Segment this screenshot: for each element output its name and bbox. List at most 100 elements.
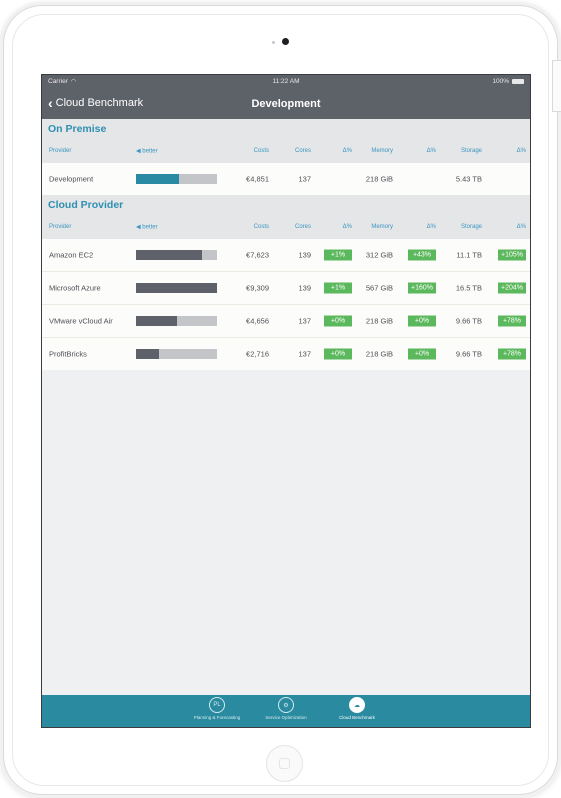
tab-label: Service Optimization bbox=[265, 715, 307, 720]
col-cores: Cores bbox=[294, 224, 311, 230]
col-cores-delta: Δ% bbox=[342, 224, 352, 230]
navigation-bar: ‹ Cloud Benchmark Development bbox=[42, 89, 530, 119]
storage-delta: +78% bbox=[498, 348, 526, 360]
cloud-icon: ☁ bbox=[349, 697, 365, 713]
cost-bar-fill bbox=[136, 349, 160, 359]
cost-bar bbox=[136, 283, 217, 293]
adjacent-window-edge bbox=[552, 60, 561, 112]
storage-delta: +78% bbox=[498, 315, 526, 327]
storage-value: 5.43 TB bbox=[455, 174, 482, 184]
memory-delta: +0% bbox=[408, 348, 436, 360]
col-costs: Costs bbox=[253, 224, 269, 230]
delta-badge: +204% bbox=[498, 282, 526, 294]
storage-value: 9.66 TB bbox=[455, 349, 482, 359]
cores-delta: +0% bbox=[324, 315, 352, 327]
home-button[interactable] bbox=[266, 745, 303, 782]
storage-value: 16.5 TB bbox=[455, 283, 482, 293]
costs-value: €9,309 bbox=[246, 283, 269, 293]
memory-value: 218 GiB bbox=[365, 349, 393, 359]
cores-delta: +1% bbox=[324, 249, 352, 261]
cost-bar bbox=[136, 250, 217, 260]
column-header-row: Provider ◀ better Costs Cores Δ% Memory … bbox=[42, 139, 530, 163]
col-better: ◀ better bbox=[136, 224, 158, 231]
costs-value: €4,656 bbox=[246, 316, 269, 326]
memory-value: 218 GiB bbox=[365, 316, 393, 326]
costs-value: €2,716 bbox=[246, 349, 269, 359]
cost-bar-fill bbox=[136, 316, 177, 326]
provider-name: VMware vCloud Air bbox=[49, 316, 113, 326]
cores-value: 139 bbox=[298, 283, 311, 293]
col-better-label: better bbox=[142, 224, 158, 231]
col-memory-delta: Δ% bbox=[426, 224, 436, 230]
clock: 11:22 AM bbox=[272, 78, 300, 85]
cores-value: 137 bbox=[298, 349, 311, 359]
battery-label: 100% bbox=[492, 78, 509, 85]
benchmark-table: On Premise Provider ◀ better Costs Cores… bbox=[42, 119, 530, 370]
memory-delta: +43% bbox=[408, 249, 436, 261]
tab-label: Planning & Forecasting bbox=[193, 715, 241, 720]
col-cores: Cores bbox=[294, 148, 311, 154]
status-bar: Carrier ◠ 11:22 AM 100% bbox=[42, 75, 530, 89]
delta-badge: +105% bbox=[498, 249, 526, 261]
col-memory: Memory bbox=[371, 148, 393, 154]
table-row[interactable]: Development €4,851 137 218 GiB 5.43 TB bbox=[42, 163, 530, 195]
delta-badge: +78% bbox=[498, 348, 526, 360]
col-storage: Storage bbox=[460, 224, 482, 230]
storage-delta: +105% bbox=[498, 249, 526, 261]
cost-bar bbox=[136, 174, 217, 184]
delta-badge: +0% bbox=[324, 315, 352, 327]
cores-delta: +0% bbox=[324, 348, 352, 360]
col-memory-delta: Δ% bbox=[426, 148, 436, 154]
on-premise-rows: Development €4,851 137 218 GiB 5.43 TB bbox=[42, 163, 530, 195]
app-screen: Carrier ◠ 11:22 AM 100% ‹ Cloud Benchmark… bbox=[41, 74, 531, 728]
delta-badge: +0% bbox=[408, 348, 436, 360]
cloud-provider-rows: Amazon EC2 €7,623 139 +1% 312 GiB +43% 11.1 TB… bbox=[42, 239, 530, 370]
col-cores-delta: Δ% bbox=[342, 148, 352, 154]
home-square-icon bbox=[279, 758, 290, 769]
delta-badge: +78% bbox=[498, 315, 526, 327]
col-costs: Costs bbox=[253, 148, 269, 154]
tab-planning-forecasting[interactable]: PL Planning & Forecasting bbox=[182, 697, 252, 720]
page-title: Development bbox=[251, 98, 321, 110]
memory-delta: +0% bbox=[408, 315, 436, 327]
delta-badge: +1% bbox=[324, 282, 352, 294]
costs-value: €7,623 bbox=[246, 250, 269, 260]
section-title-cloud-provider: Cloud Provider bbox=[42, 195, 530, 215]
col-memory: Memory bbox=[371, 224, 393, 230]
storage-delta: +204% bbox=[498, 282, 526, 294]
app-header: Carrier ◠ 11:22 AM 100% ‹ Cloud Benchmark… bbox=[42, 75, 530, 119]
cost-bar-fill bbox=[136, 250, 203, 260]
memory-delta: +160% bbox=[408, 282, 436, 294]
planning-icon: PL bbox=[209, 697, 225, 713]
provider-name: Amazon EC2 bbox=[49, 250, 94, 260]
cores-value: 137 bbox=[298, 174, 311, 184]
costs-value: €4,851 bbox=[246, 174, 269, 184]
storage-value: 9.66 TB bbox=[455, 316, 482, 326]
table-row[interactable]: VMware vCloud Air €4,656 137 +0% 218 GiB +0% 9… bbox=[42, 305, 530, 338]
col-storage: Storage bbox=[460, 148, 482, 154]
cores-delta: +1% bbox=[324, 282, 352, 294]
tab-service-optimization[interactable]: ⚙ Service Optimization bbox=[251, 697, 321, 720]
col-storage-delta: Δ% bbox=[516, 224, 526, 230]
memory-value: 312 GiB bbox=[365, 250, 393, 260]
proximity-sensor bbox=[272, 41, 275, 44]
table-row[interactable]: ProfitBricks €2,716 137 +0% 218 GiB +0% 9.66 T… bbox=[42, 338, 530, 370]
provider-name: Microsoft Azure bbox=[49, 283, 101, 293]
delta-badge: +160% bbox=[408, 282, 436, 294]
tab-cloud-benchmark[interactable]: ☁ Cloud Benchmark bbox=[322, 697, 392, 720]
provider-name: ProfitBricks bbox=[49, 349, 87, 359]
delta-badge: +43% bbox=[408, 249, 436, 261]
cost-bar bbox=[136, 316, 217, 326]
memory-value: 567 GiB bbox=[365, 283, 393, 293]
provider-name: Development bbox=[49, 174, 94, 184]
table-row[interactable]: Microsoft Azure €9,309 139 +1% 567 GiB +160% 1… bbox=[42, 272, 530, 305]
camera-icon bbox=[282, 38, 289, 45]
delta-badge: +0% bbox=[324, 348, 352, 360]
col-provider: Provider bbox=[49, 224, 72, 230]
column-header-row: Provider ◀ better Costs Cores Δ% Memory … bbox=[42, 215, 530, 239]
delta-badge: +1% bbox=[324, 249, 352, 261]
cores-value: 139 bbox=[298, 250, 311, 260]
memory-value: 218 GiB bbox=[365, 174, 393, 184]
cost-bar bbox=[136, 349, 217, 359]
table-row[interactable]: Amazon EC2 €7,623 139 +1% 312 GiB +43% 11.1 TB… bbox=[42, 239, 530, 272]
